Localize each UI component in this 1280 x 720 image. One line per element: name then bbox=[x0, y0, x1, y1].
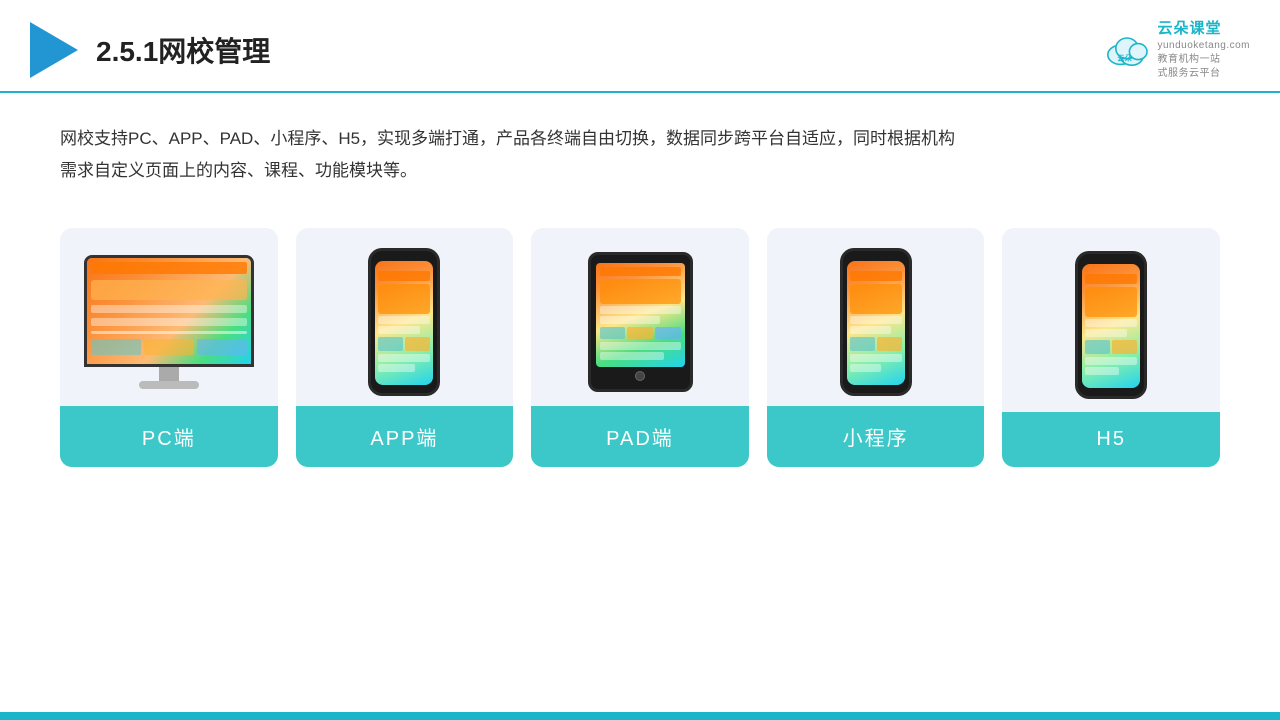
card-miniprogram-image bbox=[767, 228, 985, 406]
card-app: APP端 bbox=[296, 228, 514, 467]
cloud-icon: 云朵 bbox=[1103, 32, 1151, 68]
pad-tablet-icon bbox=[588, 252, 693, 392]
description-text: 网校支持PC、APP、PAD、小程序、H5，实现多端打通，产品各终端自由切换，数… bbox=[0, 93, 1280, 198]
card-pad-label: PAD端 bbox=[531, 406, 749, 467]
logo-tagline2: 式服务云平台 bbox=[1157, 67, 1250, 81]
card-h5-image bbox=[1002, 228, 1220, 412]
miniprogram-phone-icon bbox=[840, 248, 912, 396]
card-app-label: APP端 bbox=[296, 406, 514, 467]
device-cards-container: PC端 APP端 bbox=[0, 198, 1280, 497]
card-pc-image bbox=[60, 228, 278, 406]
h5-phone-icon bbox=[1075, 251, 1147, 399]
header-right: 云朵 云朵课堂 yunduoketang.com 教育机构一站 式服务云平台 bbox=[1103, 18, 1250, 81]
page-header: 2.5.1网校管理 云朵 云朵课堂 yunduoketang.com 教育机构一… bbox=[0, 0, 1280, 93]
header-left: 2.5.1网校管理 bbox=[30, 22, 270, 78]
card-pc-label: PC端 bbox=[60, 406, 278, 467]
app-phone-icon bbox=[368, 248, 440, 396]
logo-brand-name: 云朵课堂 bbox=[1157, 18, 1250, 39]
logo-url: yunduoketang.com bbox=[1157, 39, 1250, 53]
cloud-logo: 云朵 云朵课堂 yunduoketang.com 教育机构一站 式服务云平台 bbox=[1103, 18, 1250, 81]
pc-monitor-icon bbox=[84, 255, 254, 389]
bottom-accent-bar bbox=[0, 712, 1280, 720]
card-pad: PAD端 bbox=[531, 228, 749, 467]
card-miniprogram: 小程序 bbox=[767, 228, 985, 467]
card-miniprogram-label: 小程序 bbox=[767, 406, 985, 467]
card-pc: PC端 bbox=[60, 228, 278, 467]
card-h5-label: H5 bbox=[1002, 412, 1220, 467]
page-title: 2.5.1网校管理 bbox=[96, 30, 270, 70]
logo-text-block: 云朵课堂 yunduoketang.com 教育机构一站 式服务云平台 bbox=[1157, 18, 1250, 81]
description-paragraph: 网校支持PC、APP、PAD、小程序、H5，实现多端打通，产品各终端自由切换，数… bbox=[60, 123, 1220, 188]
card-app-image bbox=[296, 228, 514, 406]
brand-triangle-icon bbox=[30, 22, 78, 78]
card-h5: H5 bbox=[1002, 228, 1220, 467]
svg-text:云朵: 云朵 bbox=[1118, 53, 1133, 62]
card-pad-image bbox=[531, 228, 749, 406]
logo-tagline: 教育机构一站 bbox=[1157, 53, 1250, 67]
